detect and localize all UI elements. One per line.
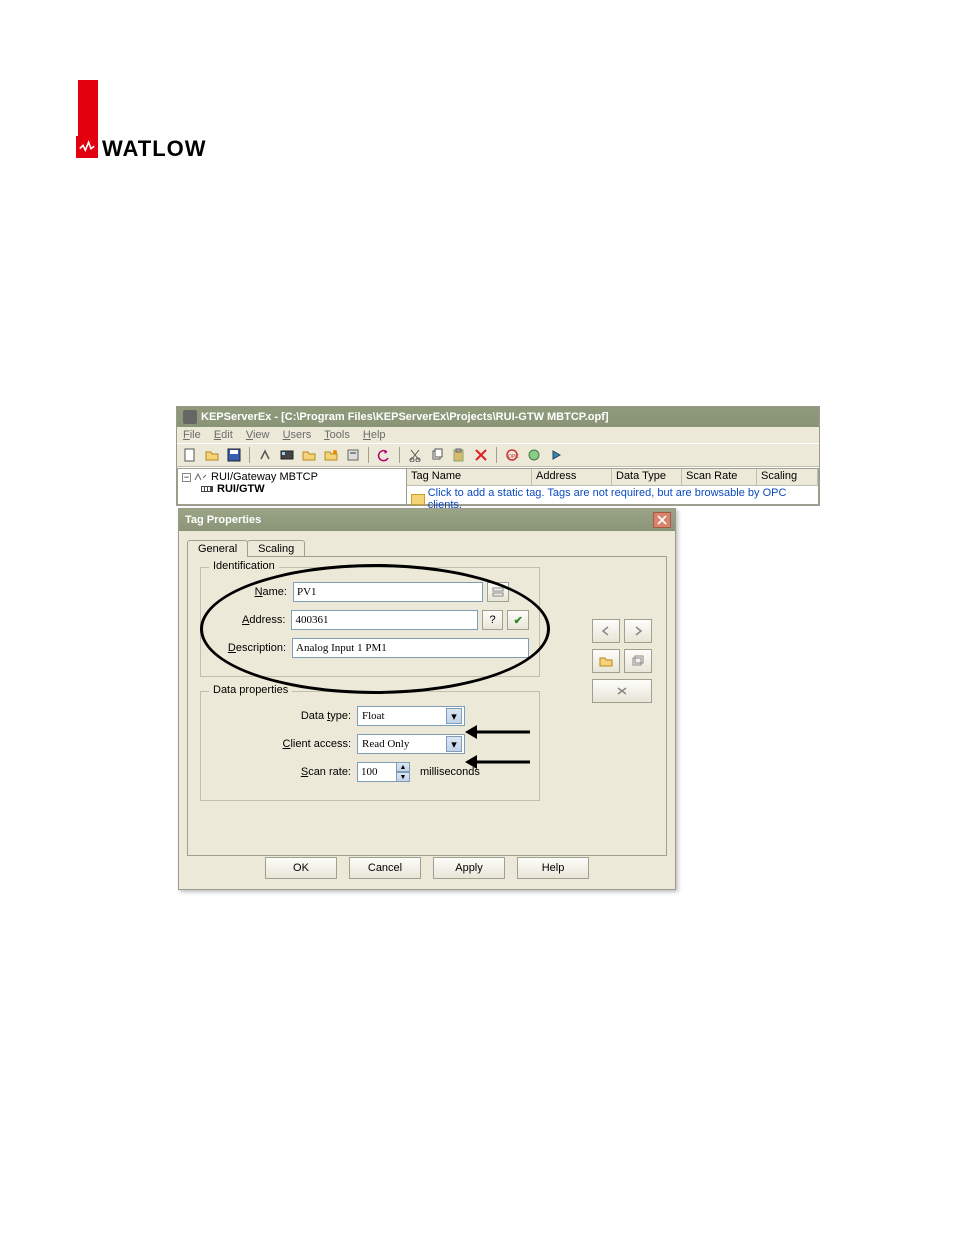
watlow-logo: WATLOW	[78, 80, 207, 158]
apply-button[interactable]: Apply	[433, 857, 505, 879]
help-button[interactable]: Help	[517, 857, 589, 879]
tab-container: General Scaling Identification Name: Add…	[179, 531, 675, 856]
runtime-icon[interactable]	[547, 446, 565, 464]
datatype-select[interactable]: Float ▾	[357, 706, 465, 726]
datatype-label: Data type:	[211, 710, 351, 722]
menu-tools[interactable]: Tools	[324, 429, 350, 441]
toolbar: OPC	[177, 443, 819, 467]
identification-title: Identification	[209, 560, 279, 572]
address-input[interactable]	[291, 610, 477, 630]
new-group-icon[interactable]	[300, 446, 318, 464]
dialog-titlebar: Tag Properties	[179, 509, 675, 531]
menu-view[interactable]: View	[246, 429, 270, 441]
dialog-title: Tag Properties	[185, 514, 261, 526]
app-icon	[183, 410, 197, 424]
address-label: Address:	[211, 614, 285, 626]
menu-help[interactable]: Help	[363, 429, 386, 441]
save-icon[interactable]	[225, 446, 243, 464]
scanrate-spinner[interactable]: ▲ ▼	[357, 762, 410, 782]
scanrate-label: Scan rate:	[211, 766, 351, 778]
description-label: Description:	[211, 642, 286, 654]
next-tag-button[interactable]	[624, 619, 652, 643]
window-title: KEPServerEx - [C:\Program Files\KEPServe…	[201, 407, 609, 427]
delete-tag-button[interactable]	[592, 679, 652, 703]
client-access-select[interactable]: Read Only ▾	[357, 734, 465, 754]
hint-folder-icon	[411, 494, 425, 505]
datatype-value: Float	[362, 710, 385, 722]
connect-icon[interactable]	[525, 446, 543, 464]
properties-icon[interactable]	[344, 446, 362, 464]
content-row: − RUI/Gateway MBTCP RUI/GTW Tag Name Add…	[177, 467, 819, 505]
cut-icon[interactable]	[406, 446, 424, 464]
delete-icon[interactable]	[472, 446, 490, 464]
dialog-side-buttons	[592, 619, 652, 703]
address-validate-button[interactable]: ✔	[507, 610, 529, 630]
tab-scaling[interactable]: Scaling	[247, 540, 305, 557]
new-icon[interactable]	[181, 446, 199, 464]
ok-button[interactable]: OK	[265, 857, 337, 879]
tag-grid: Tag Name Address Data Type Scan Rate Sca…	[407, 468, 819, 505]
svg-text:OPC: OPC	[508, 454, 519, 460]
tab-general[interactable]: General	[187, 540, 248, 557]
paste-icon[interactable]	[450, 446, 468, 464]
col-address[interactable]: Address	[532, 469, 612, 485]
channel-label: RUI/Gateway MBTCP	[211, 471, 318, 483]
description-input[interactable]	[292, 638, 529, 658]
col-tagname[interactable]: Tag Name	[407, 469, 532, 485]
data-properties-group: Data properties Data type: Float ▾ Clien…	[200, 691, 540, 801]
grid-header: Tag Name Address Data Type Scan Rate Sca…	[407, 469, 818, 486]
open-icon[interactable]	[203, 446, 221, 464]
chevron-down-icon: ▾	[446, 736, 462, 752]
menubar: File Edit View Users Tools Help	[177, 427, 819, 443]
duplicate-button[interactable]	[624, 649, 652, 673]
logo-text: WATLOW	[102, 136, 207, 162]
channel-icon[interactable]	[256, 446, 274, 464]
name-label: Name:	[211, 586, 287, 598]
data-props-title: Data properties	[209, 684, 292, 696]
window-titlebar: KEPServerEx - [C:\Program Files\KEPServe…	[177, 407, 819, 427]
spin-down-icon[interactable]: ▼	[396, 772, 410, 782]
name-input[interactable]	[293, 582, 483, 602]
device-bar-icon	[200, 483, 214, 495]
kepserver-window: KEPServerEx - [C:\Program Files\KEPServe…	[176, 406, 820, 506]
scanrate-unit: milliseconds	[420, 766, 480, 778]
tab-page-general: Identification Name: Address: ? ✔ Descri…	[187, 556, 667, 856]
menu-users[interactable]: Users	[283, 429, 312, 441]
identification-group: Identification Name: Address: ? ✔ Descri…	[200, 567, 540, 677]
dialog-buttons: OK Cancel Apply Help	[179, 857, 675, 879]
col-scaling[interactable]: Scaling	[757, 469, 818, 485]
col-datatype[interactable]: Data Type	[612, 469, 682, 485]
col-scanrate[interactable]: Scan Rate	[682, 469, 757, 485]
tree-device[interactable]: RUI/GTW	[200, 483, 402, 495]
address-help-button[interactable]: ?	[482, 610, 504, 630]
project-tree[interactable]: − RUI/Gateway MBTCP RUI/GTW	[177, 468, 407, 505]
tabbar: General Scaling	[187, 540, 667, 557]
name-browse-button[interactable]	[487, 582, 509, 602]
cancel-button[interactable]: Cancel	[349, 857, 421, 879]
device-label: RUI/GTW	[217, 483, 265, 495]
client-access-label: Client access:	[211, 738, 351, 750]
copy-icon[interactable]	[428, 446, 446, 464]
new-folder-button[interactable]	[592, 649, 620, 673]
prev-tag-button[interactable]	[592, 619, 620, 643]
tree-channel[interactable]: − RUI/Gateway MBTCP	[182, 471, 402, 483]
new-tag-icon[interactable]	[322, 446, 340, 464]
menu-edit[interactable]: Edit	[214, 429, 233, 441]
tree-collapse-icon[interactable]: −	[182, 473, 191, 482]
undo-icon[interactable]	[375, 446, 393, 464]
client-access-value: Read Only	[362, 738, 409, 750]
opc-icon[interactable]: OPC	[503, 446, 521, 464]
spin-up-icon[interactable]: ▲	[396, 762, 410, 772]
logo-badge-icon	[76, 136, 98, 158]
scanrate-input[interactable]	[357, 762, 397, 782]
close-icon[interactable]	[653, 512, 671, 528]
device-icon[interactable]	[278, 446, 296, 464]
channel-hand-icon	[194, 471, 208, 483]
chevron-down-icon: ▾	[446, 708, 462, 724]
tag-properties-dialog: Tag Properties General Scaling Identific…	[178, 508, 676, 890]
menu-file[interactable]: File	[183, 429, 201, 441]
